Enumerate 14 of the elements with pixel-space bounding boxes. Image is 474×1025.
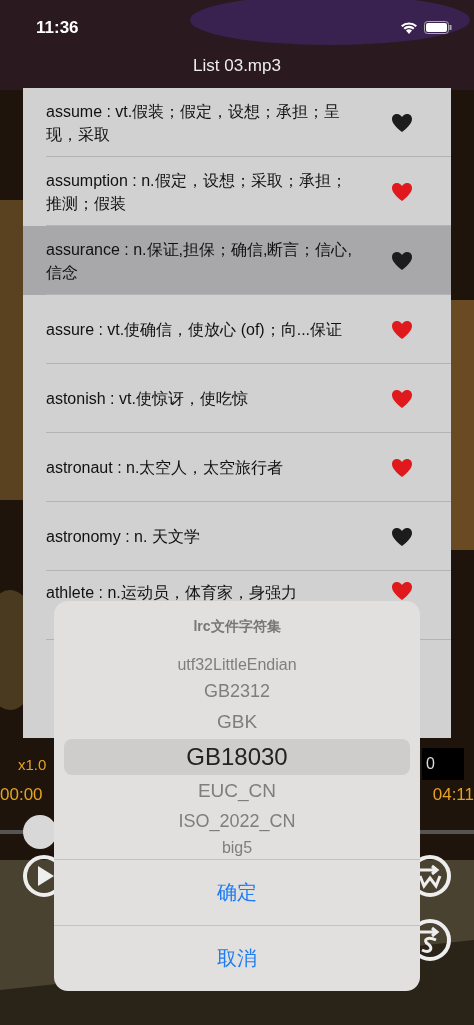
word-definition: assume : vt.假装；假定，设想；承担；呈现，采取 [46, 101, 342, 145]
word-definition: assurance : n.保证,担保；确信,断言；信心,信念 [46, 239, 353, 283]
status-time: 11:36 [36, 18, 79, 38]
word-definition: astronomy : n. 天文学 [46, 527, 200, 547]
total-time: 04:11 [432, 785, 474, 805]
dialog-title: lrc文件字符集 [193, 618, 281, 634]
counter-label: 0 [422, 748, 464, 780]
screen-title: List 03.mp3 [193, 56, 281, 76]
word-definition: athlete : n.运动员，体育家，身强力 [46, 583, 297, 603]
current-time: 00:00 [0, 785, 43, 805]
word-definition: astonish : vt.使惊讶，使吃惊 [46, 389, 248, 409]
word-definition: assumption : n.假定，设想；采取；承担；推测；假装 [46, 170, 348, 214]
word-definition: astronaut : n.太空人，太空旅行者 [46, 458, 284, 478]
word-definition: assure : vt.使确信，使放心 (of)；向...保证 [46, 320, 343, 340]
